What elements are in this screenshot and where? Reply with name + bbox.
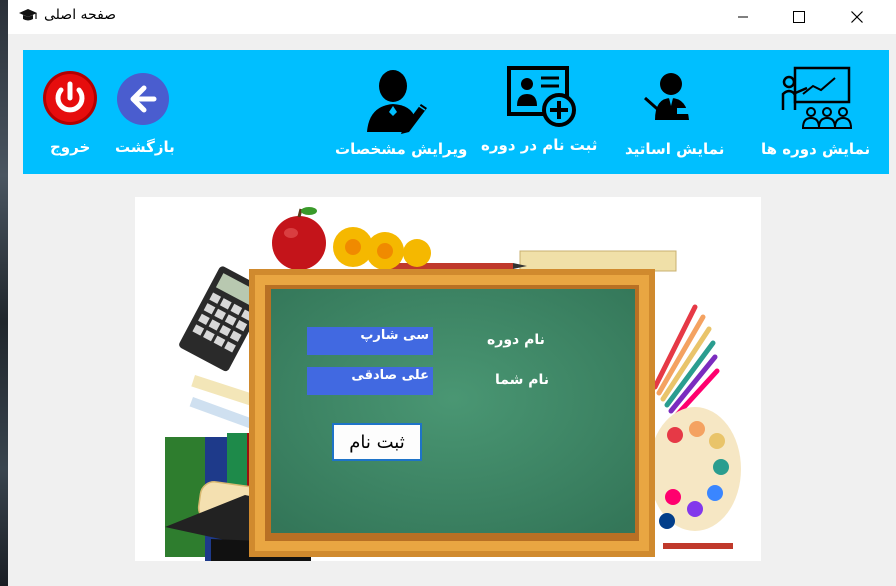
maximize-icon — [793, 11, 805, 23]
back-button[interactable]: بازگشت — [111, 50, 181, 174]
course-name-field[interactable]: سی شارپ — [307, 327, 433, 355]
title-bar: صفحه اصلی — [8, 0, 896, 34]
show-teachers-label: نمایش اساتید — [625, 140, 725, 158]
show-courses-label: نمایش دوره ها — [761, 140, 871, 158]
teacher-icon — [644, 73, 691, 120]
main-toolbar: خروج بازگشت ویرایش مشخصات ثبت نام در دور… — [23, 50, 889, 174]
school-illustration-panel: سی شارپ نام دوره علی صادقی نام شما ثبت ن… — [135, 197, 761, 561]
graduation-cap-icon — [19, 9, 37, 21]
edit-profile-label: ویرایش مشخصات — [335, 140, 468, 158]
school-supplies-illustration — [165, 207, 741, 561]
register-course-label: ثبت نام در دوره — [481, 136, 598, 154]
main-window: صفحه اصلی خروج بازگشت ویرایش مشخصات ثبت … — [8, 0, 896, 586]
minimize-icon — [738, 16, 748, 18]
maximize-button[interactable] — [776, 0, 822, 34]
back-arrow-icon — [117, 73, 169, 125]
minimize-button[interactable] — [720, 0, 766, 34]
edit-profile-button[interactable]: ویرایش مشخصات — [335, 50, 467, 174]
exit-label: خروج — [50, 138, 91, 156]
your-name-field[interactable]: علی صادقی — [307, 367, 433, 395]
classroom-teacher-icon — [781, 66, 853, 129]
show-teachers-button[interactable]: نمایش اساتید — [621, 50, 724, 174]
course-name-label: نام دوره — [487, 332, 545, 348]
your-name-label: نام شما — [495, 372, 550, 388]
close-icon — [851, 11, 863, 23]
register-button[interactable]: ثبت نام — [332, 423, 422, 461]
show-courses-button[interactable]: نمایش دوره ها — [761, 50, 877, 174]
back-label: بازگشت — [115, 138, 175, 156]
register-course-button[interactable]: ثبت نام در دوره — [481, 50, 599, 174]
window-title: صفحه اصلی — [44, 7, 117, 23]
desktop-background — [0, 0, 8, 586]
register-course-icon — [507, 66, 576, 127]
edit-profile-icon — [367, 70, 427, 134]
exit-button[interactable]: خروج — [38, 50, 108, 174]
power-icon — [43, 71, 97, 125]
close-button[interactable] — [834, 0, 880, 34]
